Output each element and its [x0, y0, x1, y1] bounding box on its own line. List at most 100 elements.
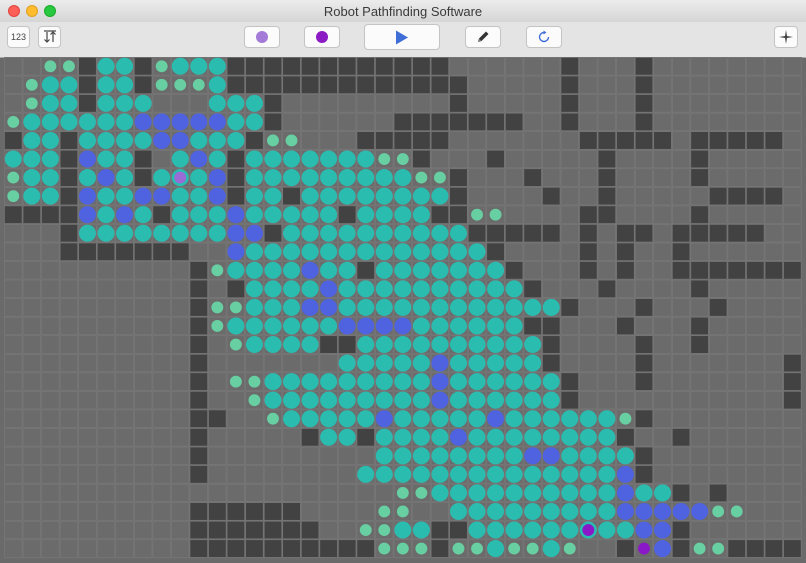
grid-cell[interactable]	[560, 261, 579, 280]
grid-cell[interactable]	[764, 428, 783, 447]
grid-cell[interactable]	[430, 149, 449, 169]
grid-cell[interactable]	[709, 335, 728, 354]
grid-cell[interactable]	[356, 112, 375, 132]
wall-cell[interactable]	[356, 428, 375, 447]
wall-cell[interactable]	[671, 242, 691, 261]
grid-cell[interactable]	[115, 279, 134, 298]
grid-cell[interactable]	[4, 94, 23, 113]
grid-cell[interactable]	[78, 428, 97, 447]
grid-cell[interactable]	[597, 298, 616, 317]
grid-cell[interactable]	[338, 112, 357, 132]
grid-cell[interactable]	[764, 242, 783, 261]
grid-cell[interactable]	[690, 520, 709, 540]
wall-cell[interactable]	[634, 112, 654, 132]
grid-cell[interactable]	[96, 298, 116, 317]
grid-cell[interactable]	[96, 539, 116, 558]
grid-cell[interactable]	[22, 446, 41, 465]
grid-cell[interactable]	[134, 483, 153, 502]
grid-cell[interactable]	[523, 149, 542, 169]
wall-cell[interactable]	[709, 187, 728, 206]
grid-cell[interactable]	[709, 353, 728, 373]
wall-cell[interactable]	[634, 298, 654, 317]
grid-cell[interactable]	[653, 335, 672, 354]
grid-cell[interactable]	[208, 353, 227, 373]
grid-cell[interactable]	[152, 483, 171, 502]
grid-cell[interactable]	[78, 261, 97, 280]
wall-cell[interactable]	[59, 131, 79, 150]
wall-cell[interactable]	[449, 112, 468, 132]
wall-cell[interactable]	[783, 261, 802, 280]
grid-cell[interactable]	[579, 391, 598, 410]
wall-cell[interactable]	[486, 242, 505, 261]
grid-cell[interactable]	[653, 57, 672, 76]
wall-cell[interactable]	[134, 57, 153, 76]
grid-cell[interactable]	[783, 279, 802, 298]
wall-cell[interactable]	[671, 261, 691, 280]
grid-cell[interactable]	[4, 446, 23, 465]
grid-cell[interactable]	[579, 279, 598, 298]
wall-cell[interactable]	[430, 75, 449, 94]
grid-cell[interactable]	[764, 372, 783, 391]
grid-cell[interactable]	[709, 465, 728, 484]
grid-cell[interactable]	[41, 446, 60, 465]
grid-cell[interactable]	[764, 446, 783, 465]
grid-cell[interactable]	[727, 465, 746, 484]
wall-cell[interactable]	[282, 520, 301, 540]
grid-cell[interactable]	[59, 502, 79, 521]
grid-cell[interactable]	[542, 75, 561, 94]
wall-cell[interactable]	[746, 539, 765, 558]
wall-cell[interactable]	[226, 502, 245, 521]
grid-cell[interactable]	[4, 57, 23, 76]
grid-cell[interactable]	[783, 316, 802, 336]
crosshair-button[interactable]	[774, 26, 798, 48]
grid-cell[interactable]	[59, 298, 79, 317]
grid-cell[interactable]	[783, 409, 802, 428]
grid-cell[interactable]	[115, 539, 134, 558]
wall-cell[interactable]	[671, 483, 691, 502]
place-goal-button[interactable]	[304, 26, 340, 48]
grid-cell[interactable]	[727, 483, 746, 502]
grid-cell[interactable]	[338, 520, 357, 540]
grid-cell[interactable]	[746, 391, 765, 410]
grid-cell[interactable]	[115, 298, 134, 317]
grid-cell[interactable]	[486, 57, 505, 76]
grid-cell[interactable]	[96, 520, 116, 540]
wall-cell[interactable]	[245, 539, 264, 558]
grid-cell[interactable]	[41, 279, 60, 298]
grid-cell[interactable]	[764, 112, 783, 132]
grid-cell[interactable]	[319, 112, 338, 132]
grid-cell[interactable]	[4, 261, 23, 280]
grid-cell[interactable]	[171, 261, 190, 280]
wall-cell[interactable]	[263, 75, 283, 94]
sort-button[interactable]	[38, 26, 61, 48]
wall-cell[interactable]	[226, 75, 245, 94]
grid-cell[interactable]	[226, 465, 245, 484]
wall-cell[interactable]	[375, 75, 394, 94]
grid-cell[interactable]	[338, 446, 357, 465]
grid-cell[interactable]	[709, 57, 728, 76]
draw-walls-button[interactable]	[465, 26, 501, 48]
grid-cell[interactable]	[690, 428, 709, 447]
grid-cell[interactable]	[560, 279, 579, 298]
grid-cell[interactable]	[78, 520, 97, 540]
wall-cell[interactable]	[134, 168, 153, 187]
wall-cell[interactable]	[356, 539, 375, 558]
grid-cell[interactable]	[523, 131, 542, 150]
grid-cell[interactable]	[22, 242, 41, 261]
grid-cell[interactable]	[505, 57, 524, 76]
grid-cell[interactable]	[542, 57, 561, 76]
wall-cell[interactable]	[22, 205, 41, 224]
grid-cell[interactable]	[245, 428, 264, 447]
grid-cell[interactable]	[709, 409, 728, 428]
grid-cell[interactable]	[134, 298, 153, 317]
grid-cell[interactable]	[653, 75, 672, 94]
grid-cell[interactable]	[671, 446, 691, 465]
wall-cell[interactable]	[393, 57, 412, 76]
wall-cell[interactable]	[727, 187, 746, 206]
wall-cell[interactable]	[634, 75, 654, 94]
grid-cell[interactable]	[746, 465, 765, 484]
grid-cell[interactable]	[22, 261, 41, 280]
grid-cell[interactable]	[96, 465, 116, 484]
show-numbers-button[interactable]: 123	[7, 26, 30, 48]
grid-cell[interactable]	[783, 149, 802, 169]
